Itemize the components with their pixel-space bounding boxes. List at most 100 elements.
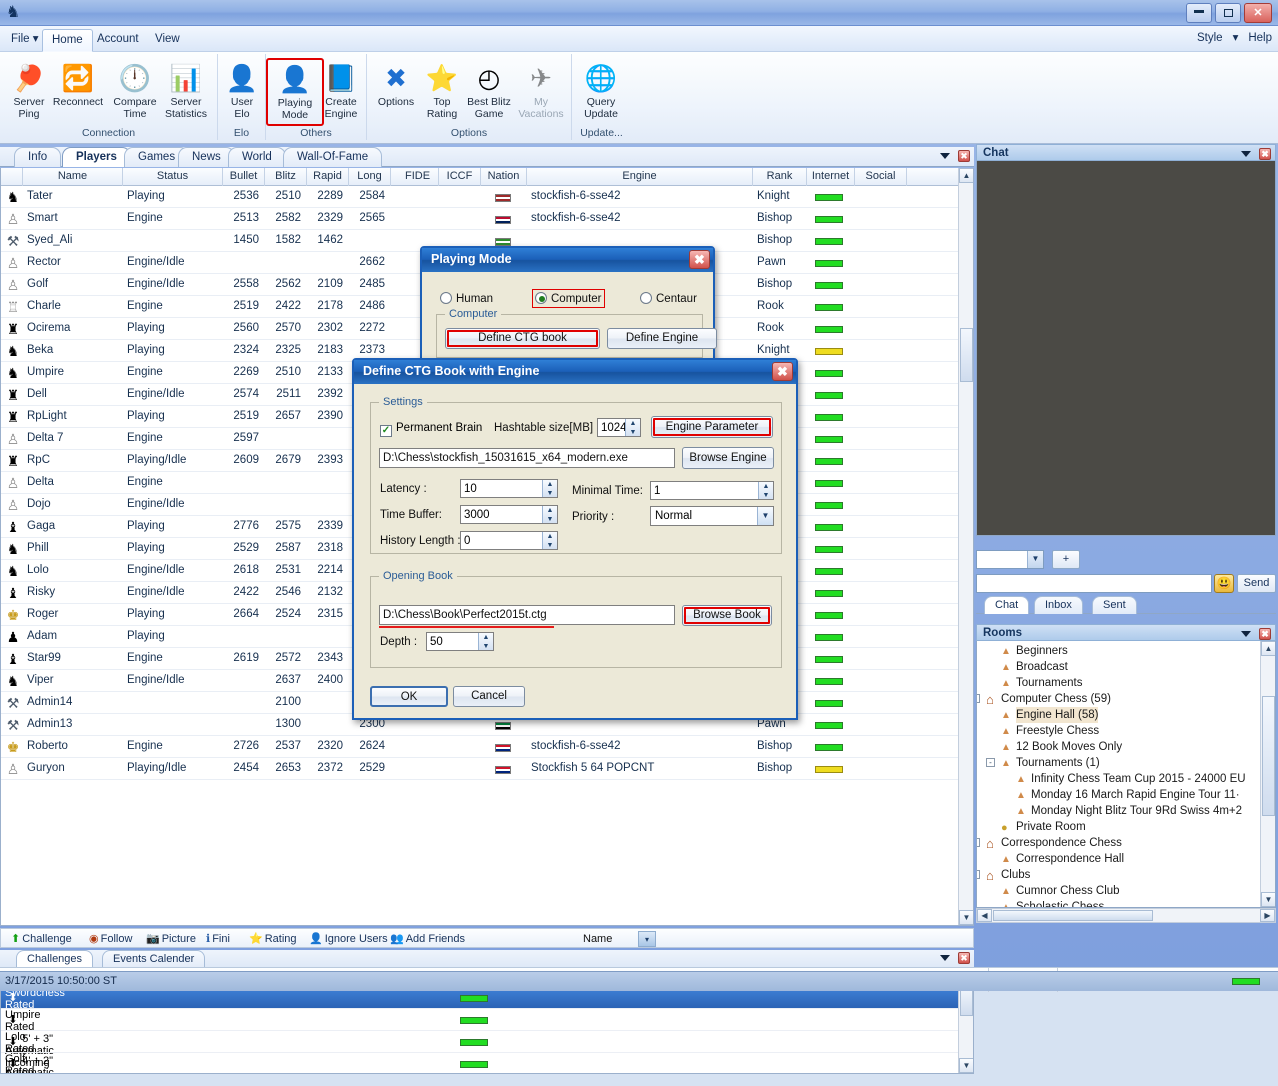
rooms-tree-node[interactable]: ▲ Engine Hall (58) xyxy=(977,707,1260,723)
ribbon-server-statistics[interactable]: 📊 Server Statistics xyxy=(157,58,215,126)
rooms-tree-node[interactable]: ▲ Correspondence Hall xyxy=(977,851,1260,867)
tab-events-calender[interactable]: Events Calender xyxy=(102,950,206,968)
scroll-down-icon[interactable]: ▼ xyxy=(1261,892,1275,907)
rooms-tree-node[interactable]: ▲ Tournaments xyxy=(977,675,1260,691)
players-col-header[interactable]: Long xyxy=(349,168,391,186)
define-engine-button[interactable]: Define Engine xyxy=(607,328,717,349)
chat-add-button[interactable]: + xyxy=(1052,550,1080,569)
ribbon-reconnect[interactable]: 🔁 Reconnect xyxy=(49,58,107,126)
players-col-header[interactable]: Rank xyxy=(753,168,807,186)
spinner-buttons[interactable]: ▲ ▼ xyxy=(542,506,557,523)
chevron-down-icon[interactable]: ▼ xyxy=(1027,551,1043,568)
ok-button[interactable]: OK xyxy=(370,686,448,707)
players-col-header[interactable] xyxy=(1,168,23,186)
rooms-scrollbar[interactable]: ▲ ▼ xyxy=(1260,641,1275,907)
players-col-header[interactable]: ICCF xyxy=(439,168,481,186)
scroll-thumb[interactable] xyxy=(960,328,973,382)
priority-select[interactable]: Normal ▼ xyxy=(650,506,774,526)
rooms-tree-node[interactable]: ▲ Monday Night Blitz Tour 9Rd Swiss 4m+2 xyxy=(977,803,1260,819)
chevron-down-icon[interactable] xyxy=(939,153,950,159)
table-row[interactable]: ♞ Tater Playing 2536 2510 2289 2584 stockfish-6… xyxy=(1,186,973,208)
players-col-header[interactable]: Blitz xyxy=(265,168,307,186)
expander-icon[interactable]: - xyxy=(977,870,980,879)
table-row[interactable]: ♙ Smart Engine 2513 2582 2329 2565 stockfish-6-… xyxy=(1,208,973,230)
tab-news[interactable]: News xyxy=(178,147,235,167)
ribbon-my-vacations[interactable]: ✈ My Vacations xyxy=(512,58,570,126)
table-row[interactable]: ⬇UmpireRated5' + 3"AutomaticIncoming1 xyxy=(1,1009,973,1073)
chevron-down-icon[interactable] xyxy=(939,955,950,961)
scroll-thumb-h[interactable] xyxy=(993,910,1153,921)
hashtable-size-input[interactable]: 1024 ▲ ▼ xyxy=(597,418,641,437)
depth-input[interactable]: 50 ▲ ▼ xyxy=(426,632,494,651)
engine-path-input[interactable]: D:\Chess\stockfish_15031615_x64_modern.e… xyxy=(379,448,675,468)
book-path-input[interactable]: D:\Chess\Book\Perfect2015t.ctg xyxy=(379,605,675,625)
scroll-up-icon[interactable]: ▲ xyxy=(959,168,973,183)
spinner-buttons[interactable]: ▲ ▼ xyxy=(542,480,557,497)
ribbon-best-blitz-game[interactable]: ◴ Best Blitz Game xyxy=(460,58,518,126)
tab-challenges[interactable]: Challenges xyxy=(16,950,94,968)
spinner-buttons[interactable]: ▲ ▼ xyxy=(625,419,640,436)
players-col-header[interactable]: Social xyxy=(855,168,907,186)
cancel-button[interactable]: Cancel xyxy=(453,686,525,707)
chat-messages-area[interactable] xyxy=(976,161,1276,536)
chevron-down-icon[interactable] xyxy=(1240,151,1251,157)
chat-tab-inbox[interactable]: Inbox xyxy=(1034,596,1083,614)
chevron-down-icon[interactable] xyxy=(1240,631,1251,637)
chat-message-input[interactable] xyxy=(976,574,1212,593)
players-col-header[interactable]: Internet xyxy=(807,168,855,186)
rooms-tree-node[interactable]: ▲ Infinity Chess Team Cup 2015 - 24000 EU xyxy=(977,771,1260,787)
table-row[interactable]: ♚ Roberto Engine 2726 2537 2320 2624 stockfish-… xyxy=(1,736,973,758)
menu-account[interactable]: Account xyxy=(88,30,148,49)
filter-dropdown-button[interactable]: ▾ xyxy=(638,931,656,947)
close-icon[interactable]: ✖ xyxy=(958,952,970,964)
rooms-horizontal-scrollbar[interactable]: ◀ ▶ xyxy=(976,908,1276,923)
rooms-tree-node[interactable]: ▲ Freestyle Chess xyxy=(977,723,1260,739)
define-ctg-book-button[interactable]: Define CTG book xyxy=(445,328,600,349)
tab-wall-of-fame[interactable]: Wall-Of-Fame xyxy=(283,147,383,167)
radio-computer[interactable]: Computer xyxy=(532,289,605,308)
spinner-buttons[interactable]: ▲ ▼ xyxy=(478,633,493,650)
spinner-buttons[interactable]: ▲ ▼ xyxy=(542,532,557,549)
menu-file[interactable]: File ▾ xyxy=(2,30,48,49)
players-col-header[interactable]: Name xyxy=(23,168,123,186)
maximize-button[interactable] xyxy=(1215,3,1241,23)
playing-mode-dialog[interactable]: Playing Mode ✖ Human Computer Centaur Co… xyxy=(420,246,717,361)
history-length-input[interactable]: 0 ▲ ▼ xyxy=(460,531,558,550)
players-col-header[interactable]: Rapid xyxy=(307,168,349,186)
expander-icon[interactable]: - xyxy=(986,758,995,767)
action-rating[interactable]: ⭐ Rating xyxy=(249,931,297,947)
menu-home[interactable]: Home xyxy=(42,29,93,52)
chat-tab-chat[interactable]: Chat xyxy=(984,596,1030,614)
menu-view[interactable]: View xyxy=(146,30,189,49)
scroll-left-icon[interactable]: ◀ xyxy=(977,909,992,922)
action-add-friends[interactable]: 👥 Add Friends xyxy=(390,931,465,947)
action-fini[interactable]: ℹ Fini xyxy=(206,931,230,947)
browse-engine-button[interactable]: Browse Engine xyxy=(682,447,774,469)
rooms-tree-node[interactable]: -⌂ Correspondence Chess xyxy=(977,835,1260,851)
rooms-tree-node[interactable]: ▲ Monday 16 March Rapid Engine Tour 11· xyxy=(977,787,1260,803)
ribbon-create-engine[interactable]: 📘 Create Engine xyxy=(312,58,370,126)
scroll-down-icon[interactable]: ▼ xyxy=(959,1058,973,1073)
radio-centaur[interactable]: Centaur xyxy=(640,292,697,305)
rooms-node-list[interactable]: ▲Beginners▲Broadcast▲Tournaments-⌂Comput… xyxy=(977,643,1260,907)
table-row[interactable]: ⬇LoloRated4' + 2"AutomaticIncoming1 xyxy=(1,1031,973,1073)
table-row[interactable]: ♙ Guryon Playing/Idle 2454 2653 2372 2529 Stock… xyxy=(1,758,973,780)
chat-send-button[interactable]: Send xyxy=(1237,574,1276,593)
spinner-buttons[interactable]: ▲ ▼ xyxy=(758,482,773,499)
latency-input[interactable]: 10 ▲ ▼ xyxy=(460,479,558,498)
rooms-tree-node[interactable]: ● Private Room xyxy=(977,819,1260,835)
menu-style[interactable]: Style xyxy=(1197,32,1223,44)
challenges-table-body[interactable]: ⬇ Swordchess Rated 5' + 3" Automatic Incoming… xyxy=(1,987,973,1073)
close-button[interactable]: ✕ xyxy=(1244,3,1272,23)
ctg-dialog[interactable]: Define CTG Book with Engine ✖ Settings ✓… xyxy=(352,358,798,720)
rooms-tree-node[interactable]: - ▲ Tournaments (1) xyxy=(977,755,1260,771)
chat-recipient-select[interactable]: ▼ xyxy=(976,550,1044,569)
close-icon[interactable]: ✖ xyxy=(772,362,793,381)
players-col-header[interactable]: Bullet xyxy=(223,168,265,186)
permanent-brain-checkbox[interactable]: ✓ Permanent Brain xyxy=(380,422,482,437)
expander-icon[interactable]: - xyxy=(977,694,980,703)
action-challenge[interactable]: ⬆ Challenge xyxy=(11,931,72,947)
close-icon[interactable]: ✖ xyxy=(689,250,710,269)
rooms-tree-node[interactable]: ▲ 12 Book Moves Only xyxy=(977,739,1260,755)
browse-book-button[interactable]: Browse Book xyxy=(682,605,772,626)
